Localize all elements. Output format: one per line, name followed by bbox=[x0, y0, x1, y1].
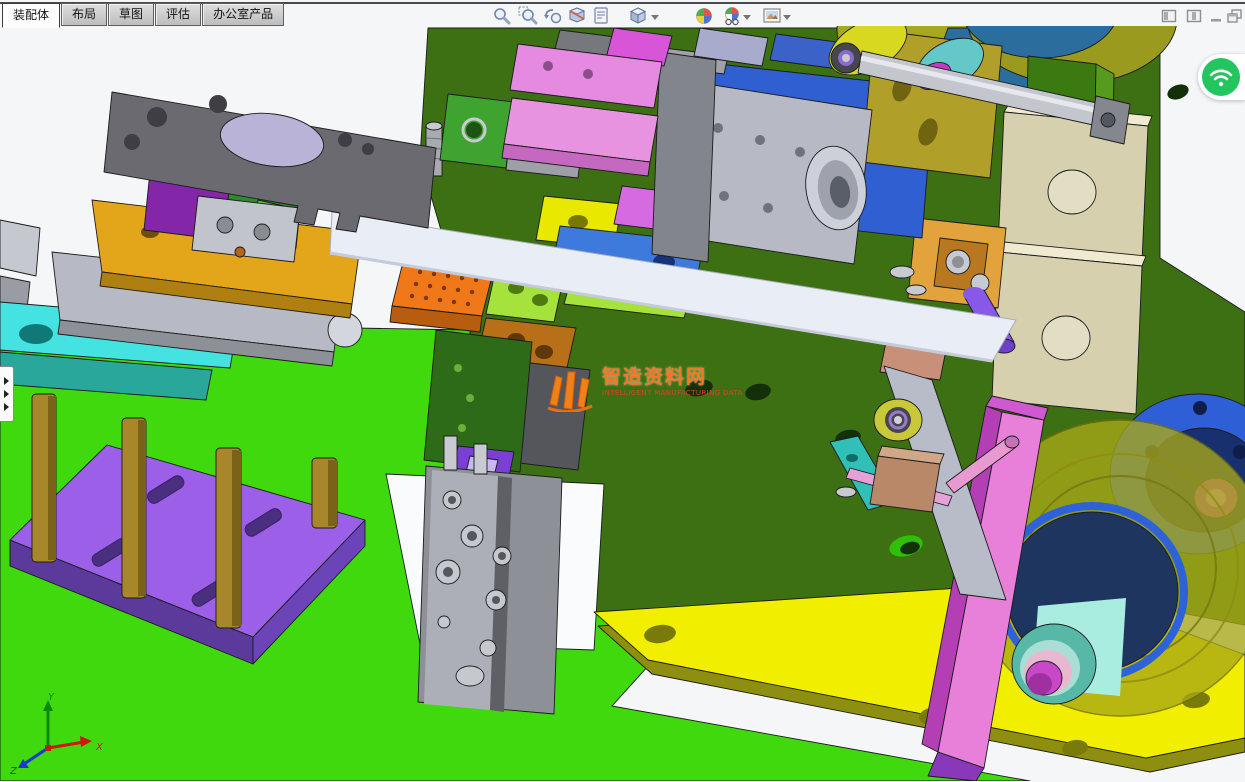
restore-window-icon[interactable] bbox=[1226, 8, 1244, 28]
section-view-icon[interactable] bbox=[567, 6, 587, 26]
toggle-left-pane-icon[interactable] bbox=[1161, 8, 1177, 28]
tab-assembly[interactable]: 装配体 bbox=[2, 3, 60, 28]
previous-view-icon[interactable] bbox=[543, 6, 563, 26]
hide-show-items-dropdown-icon[interactable] bbox=[742, 6, 752, 26]
hide-show-items-icon[interactable] bbox=[722, 6, 742, 26]
expand-arrow-icon bbox=[4, 390, 9, 398]
tab-sketch[interactable]: 草图 bbox=[108, 3, 154, 26]
command-tab-bar: 装配体 布局 草图 评估 办公室产品 bbox=[2, 3, 285, 28]
wifi-float-button[interactable] bbox=[1198, 54, 1245, 100]
toggle-right-pane-icon[interactable] bbox=[1186, 8, 1202, 28]
vertical-cylinder-slide bbox=[418, 436, 562, 714]
tab-office-products[interactable]: 办公室产品 bbox=[202, 3, 284, 26]
view-orientation-icon[interactable] bbox=[628, 6, 648, 26]
zoom-to-area-icon[interactable] bbox=[518, 6, 538, 26]
edit-appearance-icon[interactable] bbox=[694, 6, 714, 26]
view-orientation-dropdown-icon[interactable] bbox=[650, 6, 660, 26]
expand-arrow-icon bbox=[4, 403, 9, 411]
dynamic-annotation-views-icon[interactable] bbox=[591, 6, 611, 26]
expand-arrow-icon bbox=[4, 377, 9, 385]
minimize-icon[interactable] bbox=[1208, 8, 1224, 28]
zoom-to-fit-icon[interactable] bbox=[492, 6, 512, 26]
view-settings-icon[interactable] bbox=[762, 6, 782, 26]
feature-pane-flyout[interactable] bbox=[0, 366, 14, 422]
wifi-icon bbox=[1202, 58, 1240, 96]
tab-layout[interactable]: 布局 bbox=[61, 3, 107, 26]
view-settings-dropdown-icon[interactable] bbox=[782, 6, 792, 26]
tab-evaluate[interactable]: 评估 bbox=[155, 3, 201, 26]
viewport-3d-model[interactable] bbox=[0, 0, 1245, 781]
